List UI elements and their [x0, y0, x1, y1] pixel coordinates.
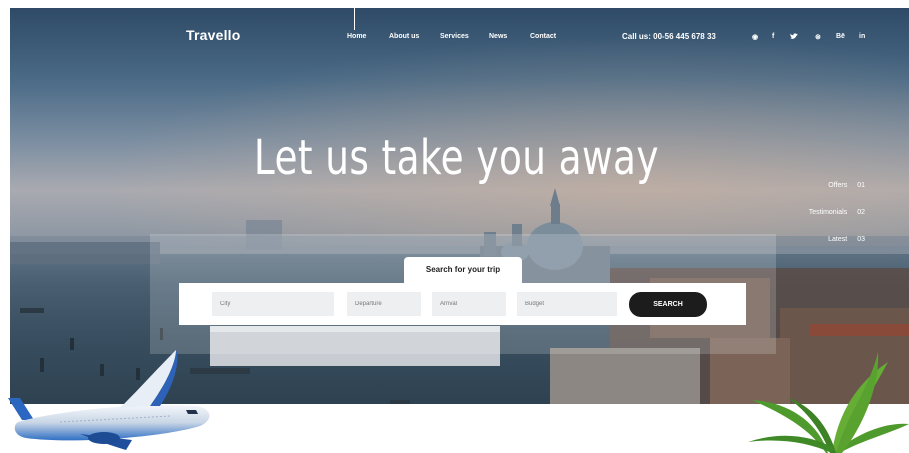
nav-divider [354, 8, 355, 30]
city-input[interactable] [212, 292, 334, 316]
linkedin-icon[interactable]: in [859, 33, 865, 40]
search-button[interactable]: SEARCH [629, 292, 707, 317]
page: Travello Home About us Services News Con… [0, 0, 909, 453]
airplane-illustration [8, 350, 210, 450]
hero-headline: Let us take you away [253, 130, 659, 186]
search-bar: SEARCH [179, 283, 746, 325]
side-nav-label: Testimonials [808, 209, 848, 216]
behance-icon[interactable]: Bē [836, 33, 845, 40]
instagram-icon[interactable]: ◉ [752, 33, 758, 41]
budget-input[interactable] [517, 292, 617, 316]
twitter-icon[interactable] [790, 33, 798, 42]
arrival-input[interactable] [432, 292, 506, 316]
nav-link-services[interactable]: Services [440, 33, 469, 40]
side-nav-item-offers[interactable]: Offers 01 [828, 182, 865, 189]
side-nav-label: Latest [828, 236, 848, 243]
side-nav-label: Offers [828, 182, 848, 189]
side-nav-number: 03 [857, 236, 865, 243]
side-nav-number: 02 [857, 209, 865, 216]
nav-link-home[interactable]: Home [347, 33, 366, 40]
side-nav-number: 01 [857, 182, 865, 189]
search-tab[interactable]: Search for your trip [404, 257, 522, 285]
logo[interactable]: Travello [186, 27, 241, 43]
nav-link-news[interactable]: News [489, 33, 507, 40]
palm-leaves-illustration [748, 352, 909, 453]
nav-link-contact[interactable]: Contact [530, 33, 556, 40]
nav-link-about-us[interactable]: About us [389, 33, 419, 40]
side-nav-item-testimonials[interactable]: Testimonials 02 [809, 209, 865, 216]
facebook-icon[interactable]: f [772, 33, 774, 40]
side-nav-item-latest[interactable]: Latest 03 [828, 236, 865, 243]
phone-number: Call us: 00-56 445 678 33 [622, 32, 716, 41]
departure-input[interactable] [347, 292, 421, 316]
dribbble-icon[interactable]: ⊛ [815, 33, 821, 41]
twitter-bird-glyph [790, 33, 798, 39]
